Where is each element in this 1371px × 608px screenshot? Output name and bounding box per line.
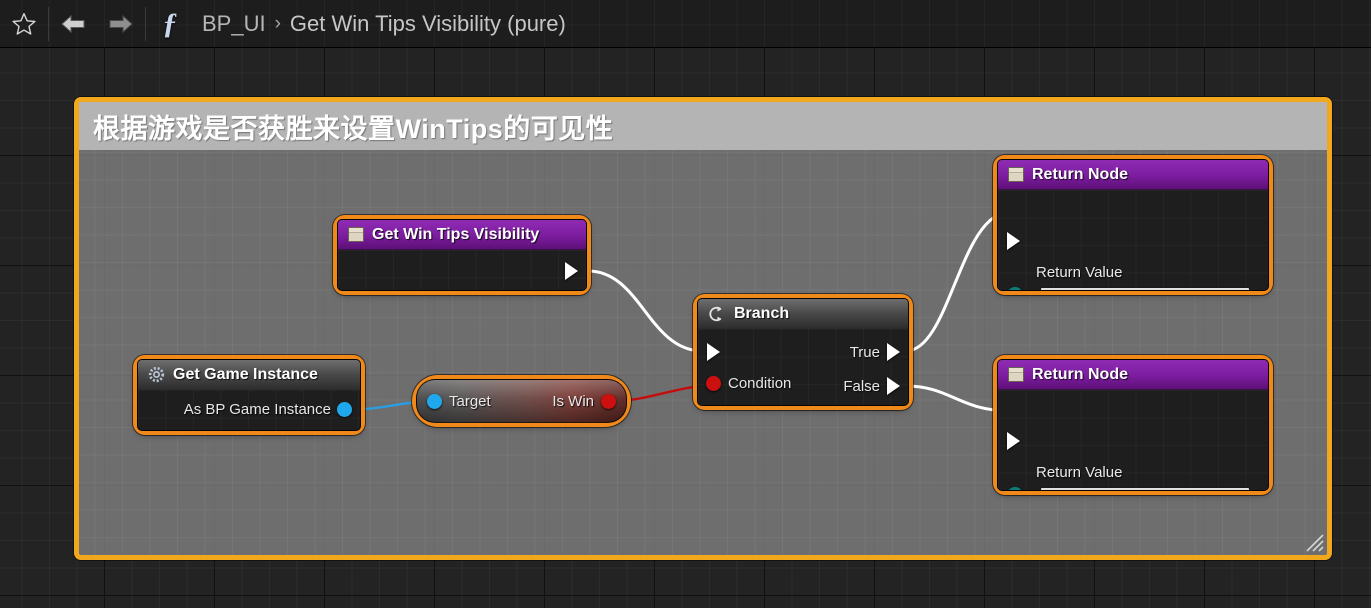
- return-value-text: Hidden: [1049, 490, 1093, 491]
- enum-pin-icon: [1007, 487, 1023, 490]
- branch-icon: [709, 306, 722, 321]
- exec-pin-icon: [1007, 432, 1020, 450]
- exec-pin-icon: [1007, 232, 1020, 250]
- output-pin-is-win[interactable]: Is Win: [552, 393, 616, 410]
- node-body: [338, 250, 586, 290]
- node-glyph-icon: [1008, 167, 1024, 182]
- node-return-hidden[interactable]: Return Node Return Value Hidden: [997, 359, 1269, 491]
- true-label: True: [849, 343, 880, 361]
- node-body: Return Value Visible: [998, 190, 1268, 291]
- node-is-win[interactable]: Target Is Win: [416, 379, 627, 423]
- exec-pin-icon: [707, 343, 720, 361]
- exec-input-pin[interactable]: [707, 343, 720, 361]
- function-f-icon: ƒ: [162, 6, 178, 40]
- exec-output-pin[interactable]: [565, 262, 578, 280]
- node-body: True Condition False: [698, 329, 908, 405]
- node-title: Return Node: [1032, 365, 1128, 383]
- star-icon: [12, 12, 36, 35]
- return-value-label: Return Value: [1036, 264, 1123, 281]
- exec-input-pin[interactable]: [1007, 232, 1020, 250]
- node-branch[interactable]: Branch True Condition False: [697, 298, 909, 406]
- breadcrumb: BP_UI › Get Win Tips Visibility (pure): [202, 11, 566, 37]
- bool-pin-icon: [706, 376, 721, 391]
- object-pin-icon: [337, 402, 352, 417]
- breadcrumb-root[interactable]: BP_UI: [202, 11, 266, 37]
- forward-button[interactable]: [97, 0, 145, 48]
- input-pin-return-value[interactable]: [1007, 487, 1030, 490]
- node-title: Return Node: [1032, 165, 1128, 183]
- resize-grip-icon[interactable]: [1303, 531, 1325, 553]
- comment-title-bar[interactable]: 根据游戏是否获胜来设置WinTips的可见性: [79, 102, 1327, 150]
- return-value-dropdown[interactable]: Hidden: [1040, 487, 1250, 491]
- output-pin-label: As BP Game Instance: [183, 401, 331, 418]
- object-pin-icon: [427, 393, 442, 409]
- return-value-label: Return Value: [1036, 464, 1123, 481]
- node-header: Get Game Instance: [138, 360, 360, 390]
- return-value-dropdown[interactable]: Visible: [1040, 287, 1250, 291]
- node-header: Get Win Tips Visibility: [338, 220, 586, 250]
- back-arrow-icon: [61, 14, 85, 33]
- breadcrumb-separator-icon: ›: [274, 12, 281, 34]
- input-pin-condition[interactable]: Condition: [706, 375, 791, 392]
- false-label: False: [843, 377, 880, 395]
- output-pin-label: Is Win: [552, 392, 594, 410]
- back-button[interactable]: [49, 0, 97, 48]
- node-body: Return Value Hidden: [998, 390, 1268, 491]
- node-header: Return Node: [998, 160, 1268, 190]
- exec-pin-icon: [887, 343, 900, 361]
- node-title: Get Game Instance: [173, 365, 318, 383]
- input-pin-target[interactable]: Target: [427, 393, 491, 410]
- output-pin-as-bp-game-instance[interactable]: As BP Game Instance: [184, 401, 352, 418]
- node-body: As BP Game Instance: [138, 390, 360, 430]
- node-get-win-tips-visibility[interactable]: Get Win Tips Visibility: [337, 219, 587, 291]
- node-title: Get Win Tips Visibility: [372, 225, 540, 243]
- input-pin-label: Target: [449, 392, 491, 410]
- exec-pin-icon: [565, 262, 578, 280]
- node-header: Branch: [698, 299, 908, 329]
- node-return-visible[interactable]: Return Node Return Value Visible: [997, 159, 1269, 291]
- node-header: Return Node: [998, 360, 1268, 390]
- favorite-button[interactable]: [0, 0, 48, 48]
- node-glyph-icon: [1008, 367, 1024, 382]
- bool-pin-icon: [601, 393, 616, 409]
- breadcrumb-current[interactable]: Get Win Tips Visibility (pure): [290, 11, 566, 37]
- condition-label: Condition: [728, 375, 792, 392]
- enum-pin-icon: [1007, 287, 1023, 290]
- exec-input-pin[interactable]: [1007, 432, 1020, 450]
- input-pin-return-value[interactable]: [1007, 287, 1030, 290]
- gear-icon: [148, 366, 165, 383]
- exec-pin-icon: [887, 377, 900, 395]
- return-value-label-wrap: Return Value: [1036, 264, 1122, 282]
- exec-output-pin-true[interactable]: True: [850, 343, 900, 361]
- node-title: Branch: [734, 304, 790, 322]
- node-get-game-instance[interactable]: Get Game Instance As BP Game Instance: [137, 359, 361, 431]
- comment-title: 根据游戏是否获胜来设置WinTips的可见性: [93, 113, 614, 144]
- forward-arrow-icon: [109, 14, 133, 33]
- node-glyph-icon: [348, 227, 364, 242]
- exec-output-pin-false[interactable]: False: [843, 377, 900, 395]
- return-value-label-wrap: Return Value: [1036, 464, 1122, 482]
- return-value-text: Visible: [1049, 290, 1090, 291]
- toolbar: ƒ BP_UI › Get Win Tips Visibility (pure): [0, 0, 1371, 48]
- blueprint-editor: ƒ BP_UI › Get Win Tips Visibility (pure)…: [0, 0, 1371, 608]
